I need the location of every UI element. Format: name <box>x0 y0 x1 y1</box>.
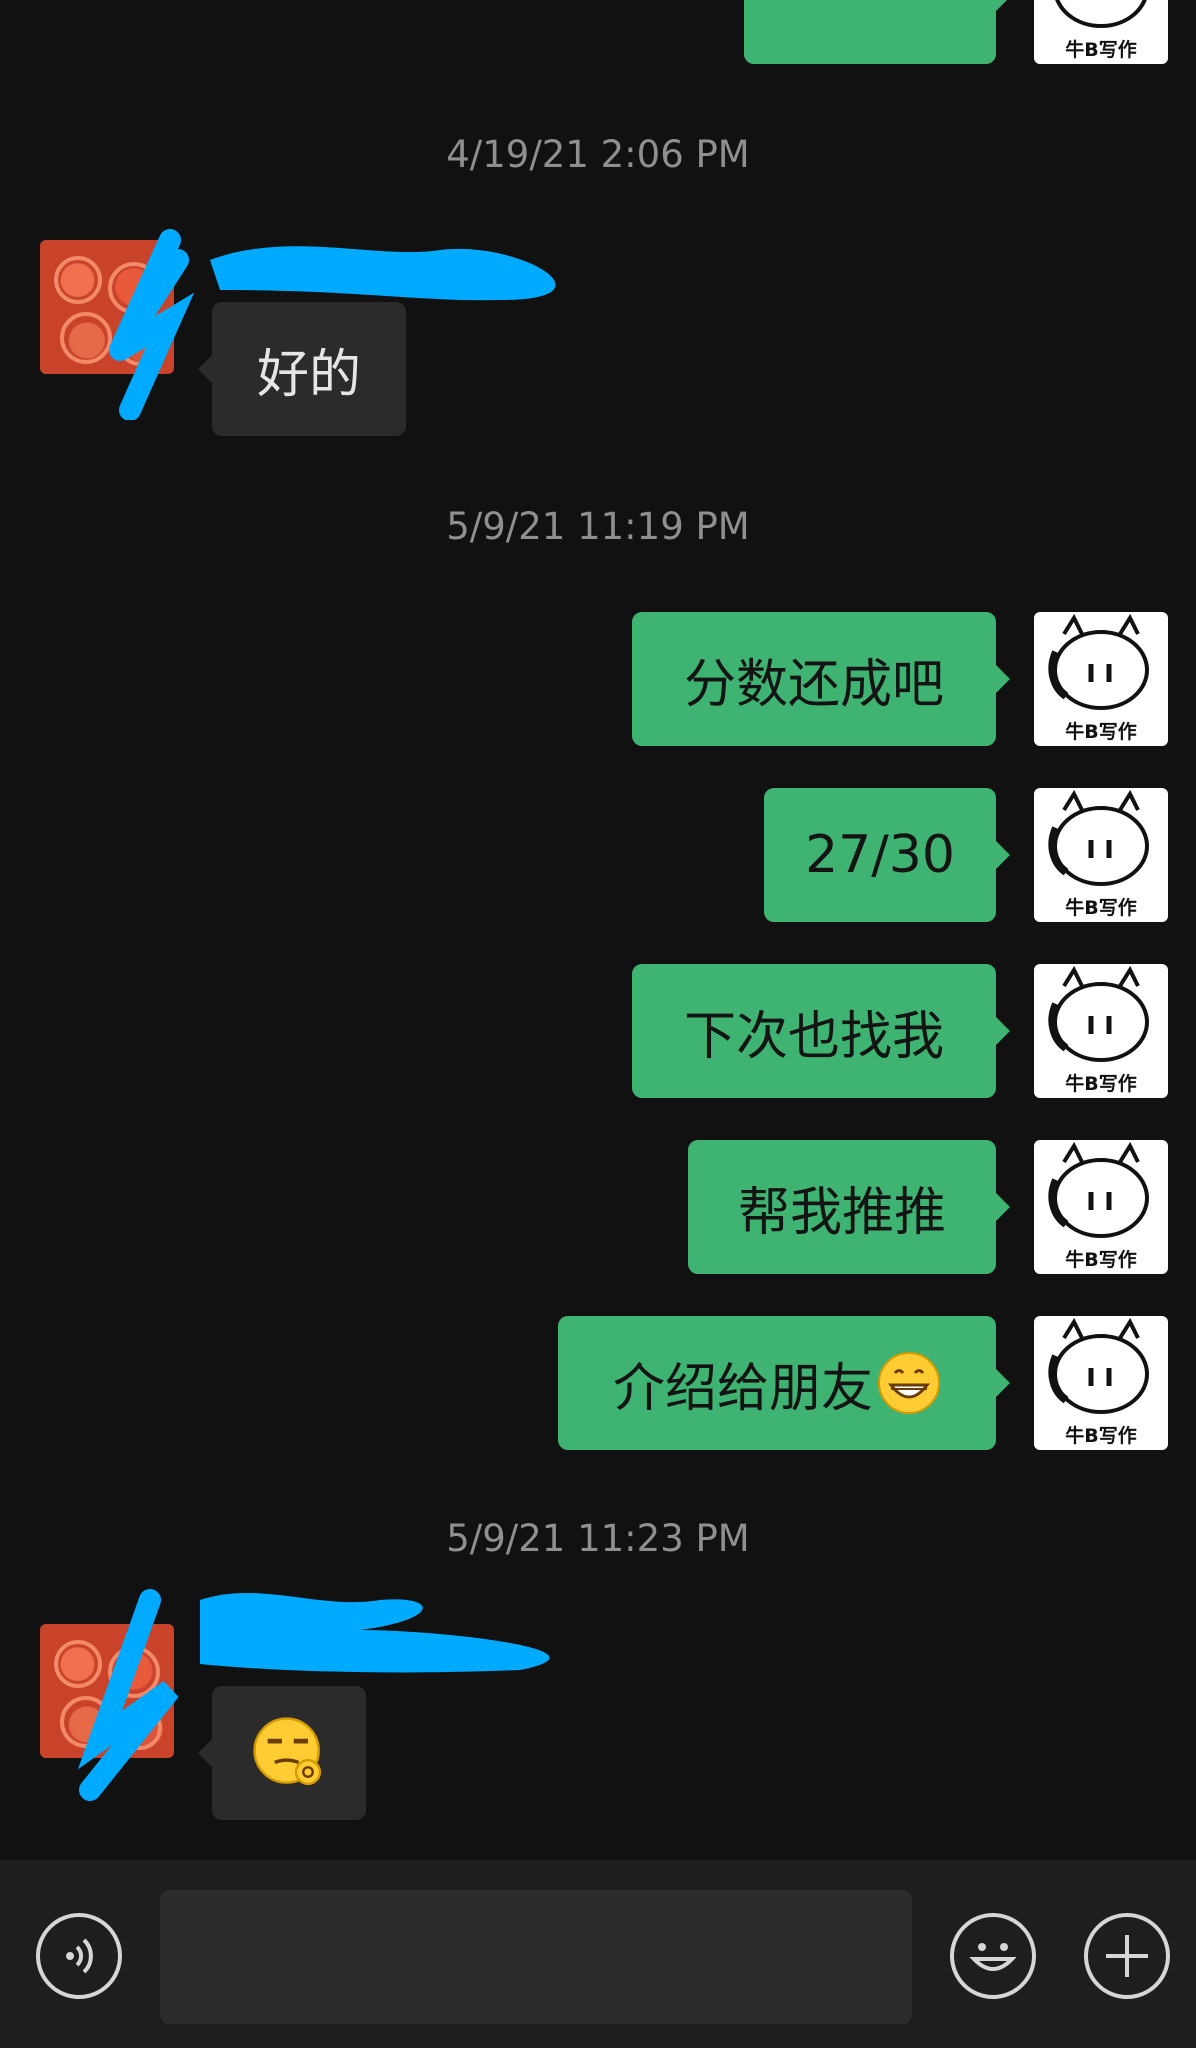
smiley-icon <box>969 1943 1017 1971</box>
voice-icon <box>66 1938 93 1974</box>
my-avatar[interactable]: 牛B写作 <box>1034 0 1168 64</box>
message-bubble-mine[interactable]: 27/30 <box>764 788 1010 922</box>
message-bubble-partial[interactable] <box>744 0 1010 64</box>
message-text: 27/30 <box>805 825 955 885</box>
avatar-label: 牛B写作 <box>1065 1424 1136 1447</box>
my-avatar[interactable]: 牛B写作 <box>1034 788 1168 922</box>
cow-face-avatar-icon: 牛B写作 <box>1048 965 1149 1095</box>
avatar-label: 牛B写作 <box>1065 38 1136 61</box>
input-bar <box>0 1860 1196 2048</box>
timestamp: 5/9/21 11:19 PM <box>446 505 750 548</box>
contact-avatar[interactable] <box>40 1624 174 1758</box>
cow-face-avatar-icon: 牛B写作 <box>1055 0 1147 61</box>
plus-icon <box>1106 1935 1148 1977</box>
message-list[interactable]: 牛B写作 4/19/21 2:06 PM 好的 5/9/21 11:19 PM … <box>0 0 1196 1860</box>
message-text: 介绍给朋友 <box>612 1358 873 1419</box>
cow-face-avatar-icon: 牛B写作 <box>1048 789 1149 919</box>
message-bubble-contact[interactable]: 好的 <box>198 302 406 436</box>
message-bubble-mine[interactable]: 分数还成吧 <box>632 612 1010 746</box>
my-avatar[interactable]: 牛B写作 <box>1034 1316 1168 1450</box>
avatar-label: 牛B写作 <box>1065 720 1136 743</box>
cow-face-avatar-icon: 牛B写作 <box>1048 613 1149 743</box>
timestamp: 5/9/21 11:23 PM <box>446 1517 750 1560</box>
grinning-face-emoji-icon <box>878 1352 940 1414</box>
avatar-label: 牛B写作 <box>1065 896 1136 919</box>
message-input[interactable] <box>160 1890 912 2024</box>
cow-face-avatar-icon: 牛B写作 <box>1048 1141 1149 1271</box>
message-bubble-mine[interactable]: 下次也找我 <box>632 964 1010 1098</box>
red-roses-avatar-icon <box>54 256 162 366</box>
message-bubble-contact[interactable] <box>198 1686 366 1820</box>
my-avatar[interactable]: 牛B写作 <box>1034 964 1168 1098</box>
timestamp: 4/19/21 2:06 PM <box>446 133 750 176</box>
avatar-label: 牛B写作 <box>1065 1248 1136 1271</box>
message-bubble-mine[interactable]: 帮我推推 <box>688 1140 1010 1274</box>
message-text: 下次也找我 <box>683 1006 944 1067</box>
message-text: 帮我推推 <box>737 1182 946 1243</box>
chat-screen: 牛B写作 4/19/21 2:06 PM 好的 5/9/21 11:19 PM … <box>0 0 1196 2048</box>
cow-face-avatar-icon: 牛B写作 <box>1048 1317 1149 1447</box>
emoji-button[interactable] <box>950 1913 1036 1999</box>
avatar-label: 牛B写作 <box>1065 1072 1136 1095</box>
voice-button[interactable] <box>36 1913 122 1999</box>
my-avatar[interactable]: 牛B写作 <box>1034 612 1168 746</box>
more-button[interactable] <box>1084 1913 1170 1999</box>
contact-avatar[interactable] <box>40 240 174 374</box>
message-text: 好的 <box>256 344 361 405</box>
message-text: 分数还成吧 <box>683 654 944 715</box>
my-avatar[interactable]: 牛B写作 <box>1034 1140 1168 1274</box>
smirk-ok-hand-emoji-icon <box>253 1717 322 1786</box>
red-roses-avatar-icon <box>54 1640 162 1750</box>
message-bubble-mine[interactable]: 介绍给朋友 <box>558 1316 1010 1450</box>
